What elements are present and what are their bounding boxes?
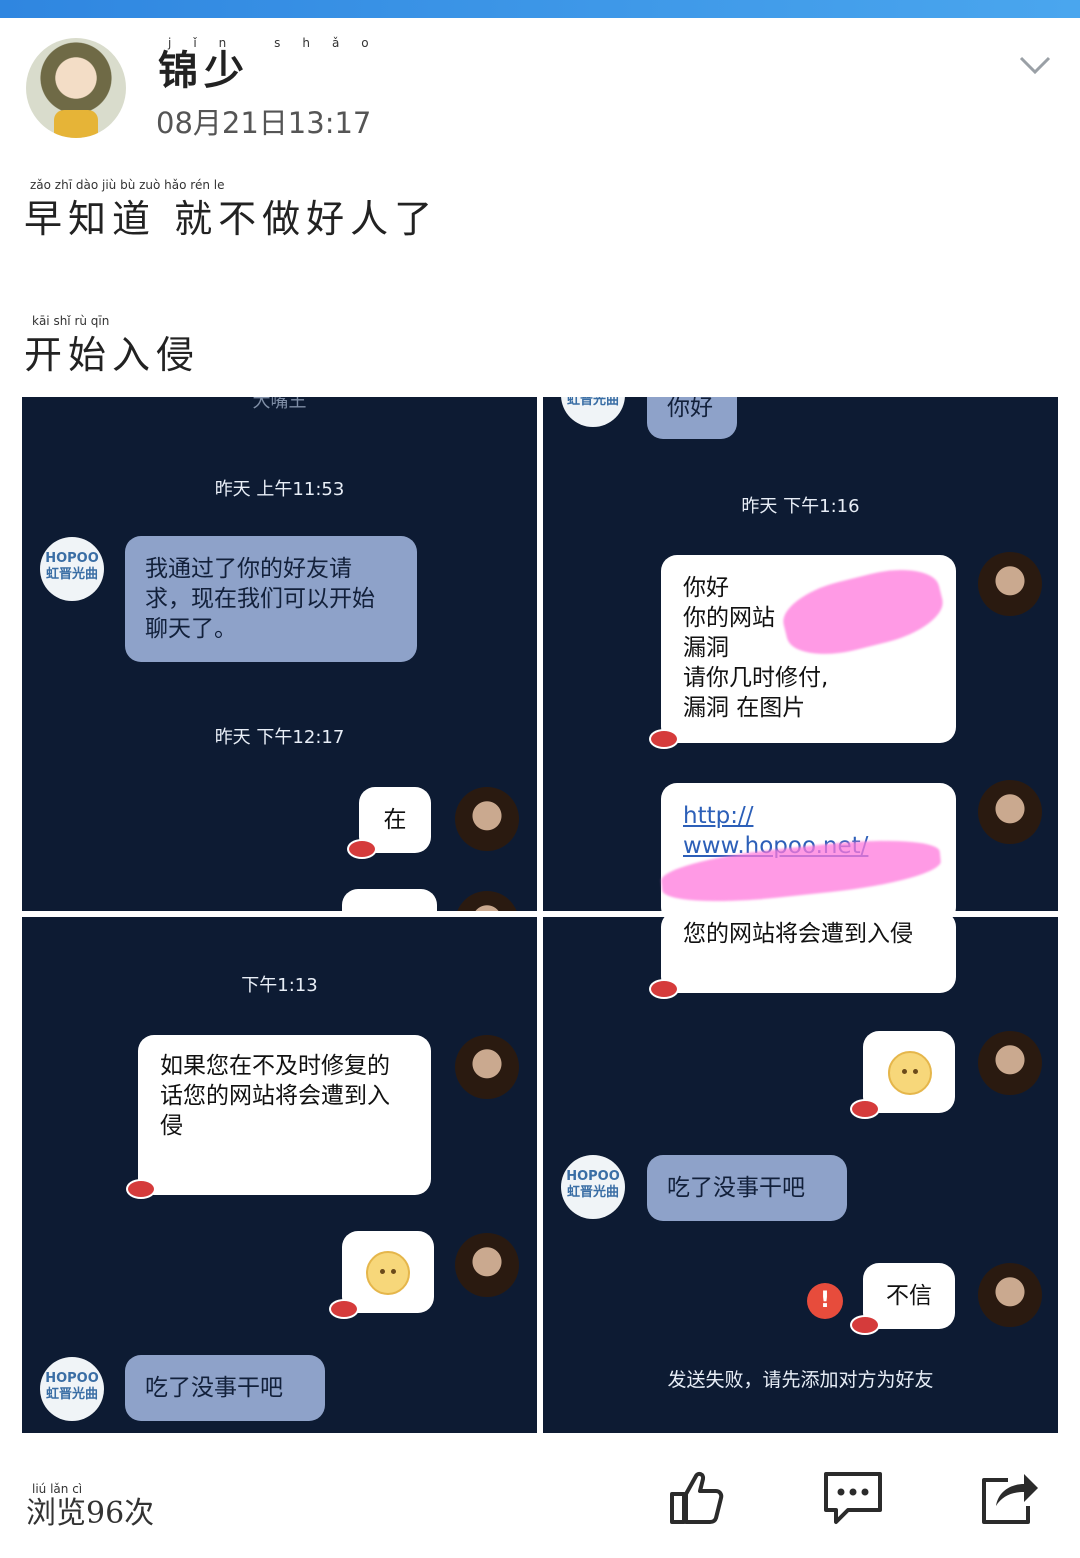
emoji-icon <box>888 1051 932 1095</box>
user-avatar <box>978 552 1042 616</box>
chat-screenshot-2[interactable]: HOPOO虹晋光曲 你好 昨天 下午1:16 你好 你的网站 漏洞 请你几时修付… <box>543 397 1058 911</box>
avatar[interactable] <box>26 38 126 138</box>
message-bubble: 我通过了你的好友请求，现在我们可以开始聊天了。 <box>125 536 417 662</box>
timestamp: 昨天 下午1:16 <box>741 496 860 517</box>
user-avatar <box>455 787 519 851</box>
post-timestamp: 08月21日13:17 <box>156 106 372 140</box>
message-bubble: 如果您在不及时修复的话您的网站将会遭到入侵 <box>138 1035 431 1195</box>
timestamp: 昨天 上午11:53 <box>214 479 345 500</box>
snail-icon <box>850 1099 880 1119</box>
chevron-down-icon[interactable] <box>1018 48 1052 82</box>
post-line1: 早知道 就不做好人了 <box>24 197 439 241</box>
snail-icon <box>347 839 377 859</box>
send-failed-notice: 发送失败，请先添加对方为好友 <box>667 1369 934 1391</box>
user-avatar <box>455 1233 519 1297</box>
message-bubble: 吃了没事干吧 <box>125 1355 325 1421</box>
snail-icon <box>649 729 679 749</box>
user-avatar <box>978 780 1042 844</box>
hopoo-avatar: HOPOO虹晋光曲 <box>561 1155 625 1219</box>
hopoo-avatar: HOPOO虹晋光曲 <box>40 1357 104 1421</box>
hopoo-avatar: HOPOO虹晋光曲 <box>40 537 104 601</box>
status-bar <box>0 0 1080 18</box>
user-avatar <box>978 1031 1042 1095</box>
share-icon[interactable] <box>978 1466 1040 1528</box>
message-line: 请你几时修付, <box>683 665 829 691</box>
view-count: 浏览96次 <box>26 1496 155 1531</box>
chat-screenshot-4[interactable]: 您的网站将会遭到入侵 HOPOO 虹晋光曲 吃了没事干吧 ! 不信 发送失败，请先… <box>543 917 1058 1433</box>
timestamp: 下午1:13 <box>241 975 318 996</box>
comment-icon[interactable] <box>822 1466 884 1528</box>
message-bubble: 吃了没事干吧 <box>647 1155 847 1221</box>
post-header: jǐn shǎo 锦少 08月21日13:17 <box>0 18 1080 158</box>
snail-icon <box>649 979 679 999</box>
user-avatar <box>455 1035 519 1099</box>
chat-screenshot-3[interactable]: 下午1:13 如果您在不及时修复的话您的网站将会遭到入侵 HOPOO 虹晋光曲 吃… <box>22 917 537 1433</box>
post-line2: 开始入侵 <box>24 333 201 377</box>
avatar-shirt <box>54 110 98 138</box>
timestamp: 昨天 下午12:17 <box>214 727 345 748</box>
snail-icon <box>850 1315 880 1335</box>
snail-icon <box>126 1179 156 1199</box>
hopoo-avatar: HOPOO虹晋光曲 <box>561 397 625 427</box>
send-failed-icon[interactable]: ! <box>807 1283 843 1319</box>
thumbs-up-icon[interactable] <box>666 1466 728 1528</box>
message-bubble: 你好 <box>647 397 737 439</box>
cut-title: 大嘴王 <box>252 397 307 412</box>
user-avatar <box>978 1263 1042 1327</box>
emoji-icon <box>366 1251 410 1295</box>
message-line: 漏洞 在图片 <box>683 695 806 721</box>
message-bubble <box>342 889 437 911</box>
screenshot-grid: 大嘴王 昨天 上午11:53 HOPOO 虹晋光曲 我通过了你的好友请求，现在我们… <box>22 397 1058 1433</box>
post-footer: liú lǎn cì 浏览96次 <box>0 1460 1080 1558</box>
link-line[interactable]: http:// <box>683 801 934 831</box>
username[interactable]: 锦少 <box>158 38 250 96</box>
user-avatar <box>455 891 519 911</box>
message-bubble: 您的网站将会遭到入侵 <box>661 917 956 993</box>
chat-screenshot-1[interactable]: 大嘴王 昨天 上午11:53 HOPOO 虹晋光曲 我通过了你的好友请求，现在我们… <box>22 397 537 911</box>
snail-icon <box>329 1299 359 1319</box>
